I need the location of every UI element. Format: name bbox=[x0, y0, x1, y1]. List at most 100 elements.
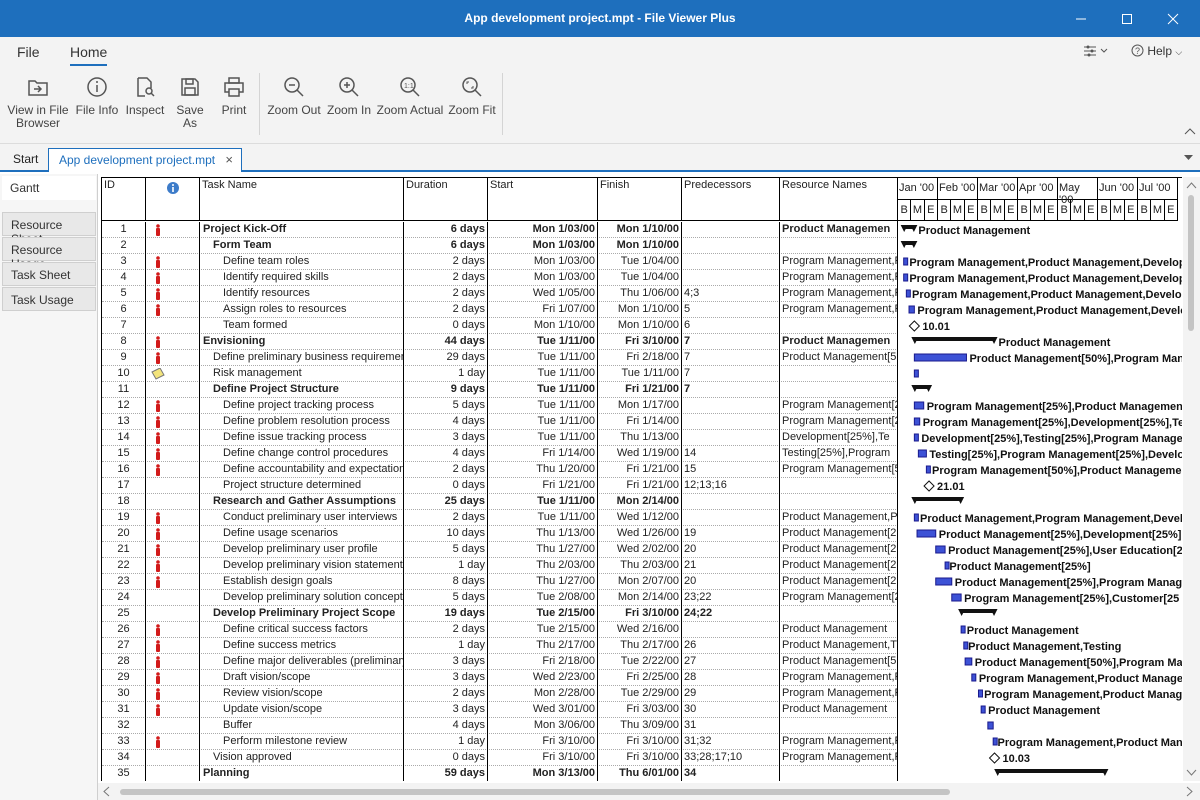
table-row[interactable]: 26 Define critical success factors 2 days T… bbox=[102, 622, 897, 638]
column-header-resource-names[interactable]: Resource Names bbox=[780, 178, 897, 221]
resource-person-icon bbox=[156, 528, 160, 540]
task-finish: Mon 2/14/00 bbox=[598, 494, 682, 510]
task-id: 2 bbox=[102, 238, 146, 254]
task-finish: Tue 1/04/00 bbox=[598, 270, 682, 286]
task-duration: 44 days bbox=[404, 334, 488, 350]
table-row[interactable]: 22 Develop preliminary vision statement 1 … bbox=[102, 558, 897, 574]
table-row[interactable]: 20 Define usage scenarios 10 days Thu 1/13/… bbox=[102, 526, 897, 542]
table-row[interactable]: 13 Define problem resolution process 4 day… bbox=[102, 414, 897, 430]
scroll-up-icon[interactable] bbox=[1183, 179, 1200, 193]
file-info-button[interactable]: File Info bbox=[74, 75, 120, 117]
inspect-button[interactable]: Inspect bbox=[124, 75, 166, 117]
save-as-button[interactable]: Save As bbox=[168, 75, 212, 130]
table-row[interactable]: 5 Identify resources 2 days Wed 1/05/00 Thu … bbox=[102, 286, 897, 302]
column-header-start[interactable]: Start bbox=[488, 178, 598, 221]
table-row[interactable]: 28 Define major deliverables (preliminary… bbox=[102, 654, 897, 670]
zoom-actual-button[interactable]: 1:1 Zoom Actual bbox=[376, 75, 444, 117]
table-row[interactable]: 17 Project structure determined 0 days Fri … bbox=[102, 478, 897, 494]
table-row[interactable]: 14 Define issue tracking process 3 days Tue… bbox=[102, 430, 897, 446]
maximize-button[interactable] bbox=[1104, 0, 1150, 37]
task-predecessors: 6 bbox=[682, 318, 780, 334]
task-resource-names: Program Management[5 bbox=[780, 462, 897, 478]
task-name: Develop Preliminary Project Scope bbox=[200, 606, 404, 622]
resource-person-icon bbox=[156, 352, 160, 364]
column-header-ind[interactable] bbox=[146, 178, 200, 221]
close-button[interactable] bbox=[1150, 0, 1196, 37]
view-gantt[interactable]: Gantt bbox=[2, 176, 96, 200]
help-button[interactable]: ? Help ⌵ bbox=[1131, 44, 1182, 58]
menu-home[interactable]: Home bbox=[70, 44, 108, 66]
column-header-duration[interactable]: Duration bbox=[404, 178, 488, 221]
zoom-out-button[interactable]: Zoom Out bbox=[266, 75, 322, 117]
task-name: Vision approved bbox=[200, 750, 404, 766]
print-button[interactable]: Print bbox=[216, 75, 252, 117]
tab-app-development-project[interactable]: App development project.mpt × bbox=[48, 148, 242, 172]
zoom-in-button[interactable]: Zoom In bbox=[326, 75, 372, 117]
menu-file[interactable]: File bbox=[17, 44, 40, 60]
settings-button[interactable] bbox=[1084, 45, 1110, 60]
table-row[interactable]: 1 Project Kick-Off 6 days Mon 1/03/00 Mon 1/… bbox=[102, 222, 897, 238]
task-duration: 1 day bbox=[404, 638, 488, 654]
gantt-bar-label: Product Management bbox=[999, 337, 1111, 349]
minimize-button[interactable] bbox=[1058, 0, 1104, 37]
gantt-task-bar bbox=[971, 673, 977, 682]
table-row[interactable]: 11 Define Project Structure 9 days Tue 1/11… bbox=[102, 382, 897, 398]
task-indicator bbox=[146, 286, 200, 302]
tab-list-dropdown-icon[interactable] bbox=[1184, 155, 1193, 161]
table-row[interactable]: 35 Planning 59 days Mon 3/13/00 Thu 6/01/00 3… bbox=[102, 766, 897, 781]
chevron-down-icon: ⌵ bbox=[1175, 47, 1183, 57]
collapse-ribbon-icon[interactable] bbox=[1184, 127, 1196, 135]
table-row[interactable]: 12 Define project tracking process 5 days T… bbox=[102, 398, 897, 414]
table-row[interactable]: 23 Establish design goals 8 days Thu 1/27/0… bbox=[102, 574, 897, 590]
task-start: Tue 2/08/00 bbox=[488, 590, 598, 606]
zoom-fit-button[interactable]: Zoom Fit bbox=[448, 75, 496, 117]
table-row[interactable]: 6 Assign roles to resources 2 days Fri 1/07… bbox=[102, 302, 897, 318]
task-predecessors: 7 bbox=[682, 334, 780, 350]
table-row[interactable]: 32 Buffer 4 days Mon 3/06/00 Thu 3/09/00 31 bbox=[102, 718, 897, 734]
column-header-finish[interactable]: Finish bbox=[598, 178, 682, 221]
table-row[interactable]: 25 Develop Preliminary Project Scope 19 da… bbox=[102, 606, 897, 622]
view-resource-sheet[interactable]: Resource Sheet bbox=[2, 212, 96, 246]
column-header-predecessors[interactable]: Predecessors bbox=[682, 178, 780, 221]
table-row[interactable]: 7 Team formed 0 days Mon 1/10/00 Mon 1/10/00… bbox=[102, 318, 897, 334]
table-row[interactable]: 15 Define change control procedures 4 days… bbox=[102, 446, 897, 462]
scroll-down-icon[interactable] bbox=[1183, 765, 1200, 779]
view-in-file-browser-button[interactable]: View in File Browser bbox=[6, 75, 70, 130]
table-row[interactable]: 16 Define accountability and expectation 2… bbox=[102, 462, 897, 478]
task-finish: Thu 2/17/00 bbox=[598, 638, 682, 654]
table-row[interactable]: 8 Envisioning 44 days Tue 1/11/00 Fri 3/10/0… bbox=[102, 334, 897, 350]
vertical-scrollbar[interactable] bbox=[1183, 177, 1200, 781]
view-resource-usage[interactable]: Resource Usage bbox=[2, 237, 96, 271]
table-row[interactable]: 33 Perform milestone review 1 day Fri 3/10/… bbox=[102, 734, 897, 750]
table-row[interactable]: 19 Conduct preliminary user interviews 2 d… bbox=[102, 510, 897, 526]
horizontal-scroll-thumb[interactable] bbox=[120, 789, 950, 795]
table-row[interactable]: 31 Update vision/scope 3 days Wed 3/01/00 Fr… bbox=[102, 702, 897, 718]
view-task-usage[interactable]: Task Usage bbox=[2, 287, 96, 311]
vertical-scroll-thumb[interactable] bbox=[1188, 195, 1194, 331]
table-row[interactable]: 27 Define success metrics 1 day Thu 2/17/00… bbox=[102, 638, 897, 654]
table-row[interactable]: 18 Research and Gather Assumptions 25 days… bbox=[102, 494, 897, 510]
view-task-sheet[interactable]: Task Sheet bbox=[2, 262, 96, 286]
scroll-right-icon[interactable] bbox=[1182, 783, 1196, 800]
gantt-task-bar bbox=[917, 449, 927, 458]
table-row[interactable]: 9 Define preliminary business requiremen 2… bbox=[102, 350, 897, 366]
resource-person-icon bbox=[156, 704, 160, 716]
task-duration: 4 days bbox=[404, 414, 488, 430]
table-row[interactable]: 2 Form Team 6 days Mon 1/03/00 Mon 1/10/00 bbox=[102, 238, 897, 254]
table-row[interactable]: 30 Review vision/scope 2 days Mon 2/28/00 Tu… bbox=[102, 686, 897, 702]
table-row[interactable]: 4 Identify required skills 2 days Mon 1/03/… bbox=[102, 270, 897, 286]
column-header-id[interactable]: ID bbox=[102, 178, 146, 221]
table-row[interactable]: 34 Vision approved 0 days Fri 3/10/00 Fri 3/… bbox=[102, 750, 897, 766]
column-header-task-name[interactable]: Task Name bbox=[200, 178, 404, 221]
tab-start[interactable]: Start bbox=[6, 148, 46, 172]
task-finish: Mon 2/07/00 bbox=[598, 574, 682, 590]
horizontal-scrollbar[interactable] bbox=[98, 783, 1200, 800]
close-tab-icon[interactable]: × bbox=[225, 152, 233, 167]
table-row[interactable]: 3 Define team roles 2 days Mon 1/03/00 Tue 1… bbox=[102, 254, 897, 270]
table-row[interactable]: 29 Draft vision/scope 3 days Wed 2/23/00 Fri… bbox=[102, 670, 897, 686]
table-row[interactable]: 24 Develop preliminary solution concept 5 … bbox=[102, 590, 897, 606]
table-row[interactable]: 10 Risk management 1 day Tue 1/11/00 Tue 1/1… bbox=[102, 366, 897, 382]
zoom-in-icon bbox=[339, 77, 359, 97]
scroll-left-icon[interactable] bbox=[100, 783, 114, 800]
table-row[interactable]: 21 Develop preliminary user profile 5 days… bbox=[102, 542, 897, 558]
